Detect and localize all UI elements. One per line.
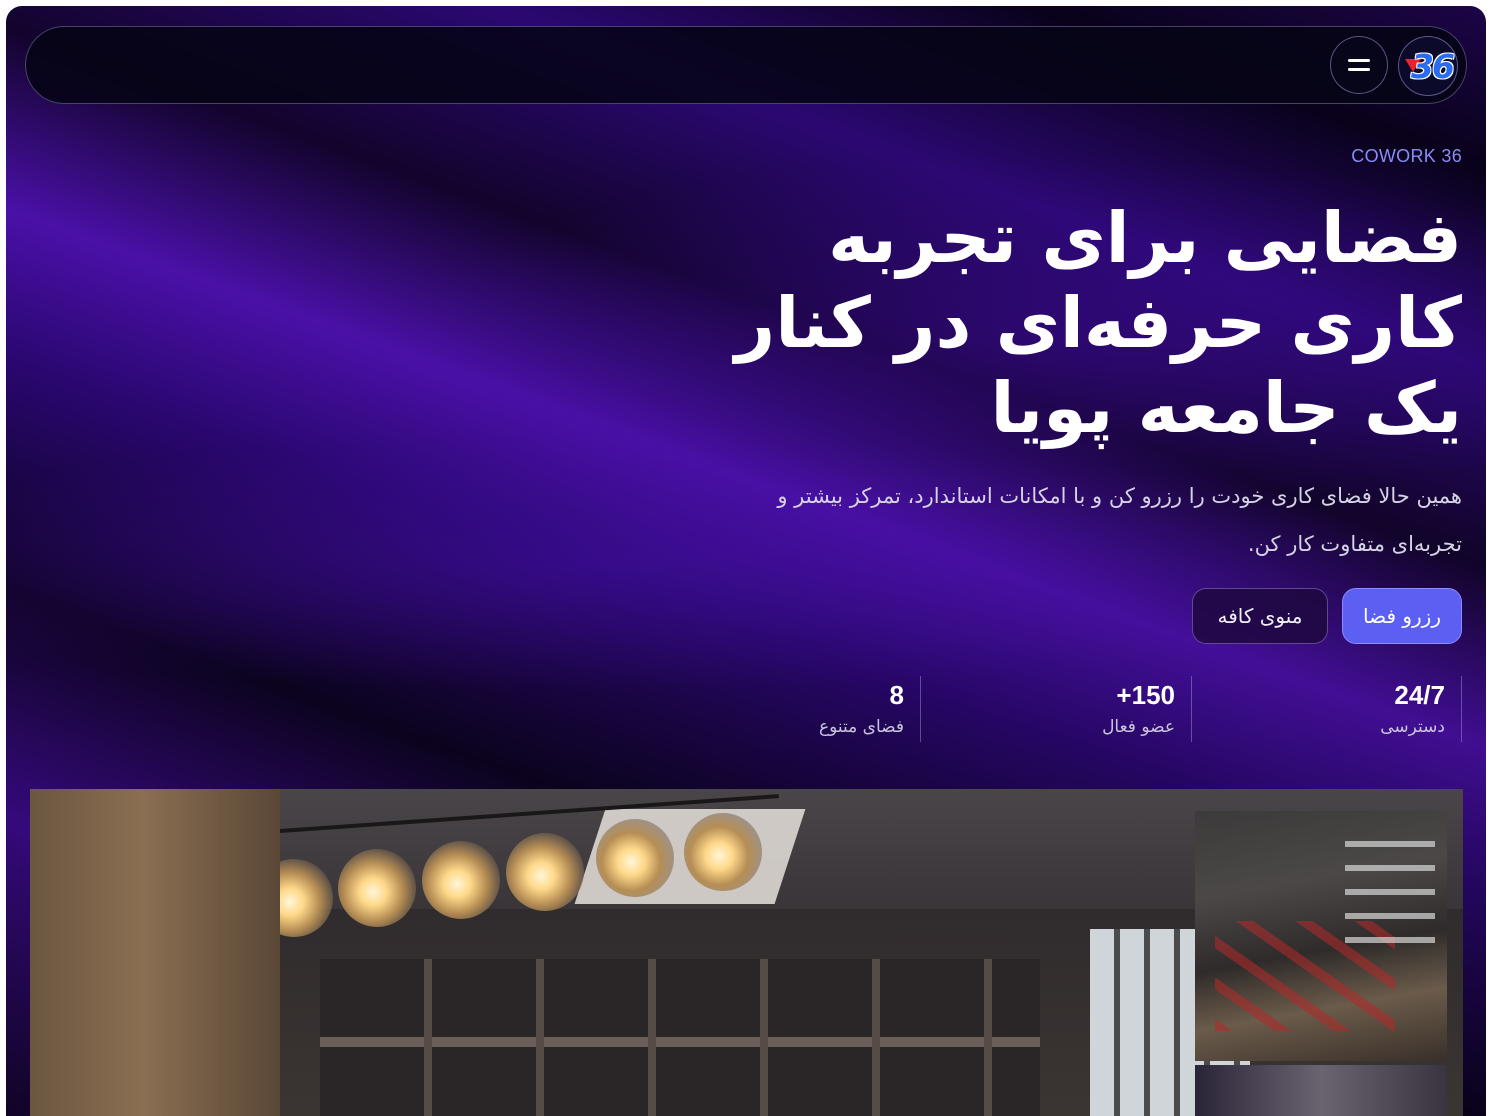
reserve-space-button[interactable]: رزرو فضا [1342, 588, 1462, 644]
stat-availability: 24/7 دسترسی [1207, 676, 1462, 742]
photo-bulb [596, 819, 674, 897]
hamburger-menu-icon [1348, 59, 1370, 62]
gallery-main-image[interactable] [30, 789, 1463, 1116]
stat-spaces: 8 فضای متنوع [666, 676, 921, 742]
eyebrow-label: COWORK 36 [1351, 146, 1462, 166]
photo-bulb [338, 849, 416, 927]
stat-value: 24/7 [1394, 680, 1445, 710]
top-navbar: 36 [25, 26, 1467, 104]
stat-label: عضو فعال [1102, 717, 1175, 737]
photo-shelves [320, 959, 1040, 1116]
logo-mark: 36 [1411, 46, 1455, 86]
stat-members: +150 عضو فعال [937, 676, 1192, 742]
stat-label: دسترسی [1380, 717, 1445, 737]
menu-button[interactable] [1330, 36, 1388, 94]
photo-left-shelf [30, 789, 280, 1116]
hero-title: فضایی برای تجربه کاری حرفه‌ای در کنار یک… [734, 197, 1462, 449]
photo-bulb [684, 813, 762, 891]
stat-value: +150 [1116, 680, 1175, 710]
stat-value: 8 [889, 680, 904, 710]
gallery-thumbnail[interactable] [1195, 1065, 1447, 1116]
hamburger-menu-icon-line [1348, 68, 1370, 71]
page-frame: 36 COWORK 36 فضایی برای تجربه کاری حرفه‌… [6, 6, 1486, 1116]
logo[interactable]: 36 [1398, 36, 1458, 96]
stat-label: فضای متنوع [818, 717, 904, 737]
photo-bulb [422, 841, 500, 919]
cafe-menu-button[interactable]: منوی کافه [1192, 588, 1328, 644]
hero-subtitle: همین حالا فضای کاری خودت را رزرو کن و با… [777, 484, 1462, 556]
photo-bulb [506, 833, 584, 911]
gallery-thumbnail[interactable] [1195, 811, 1447, 1061]
